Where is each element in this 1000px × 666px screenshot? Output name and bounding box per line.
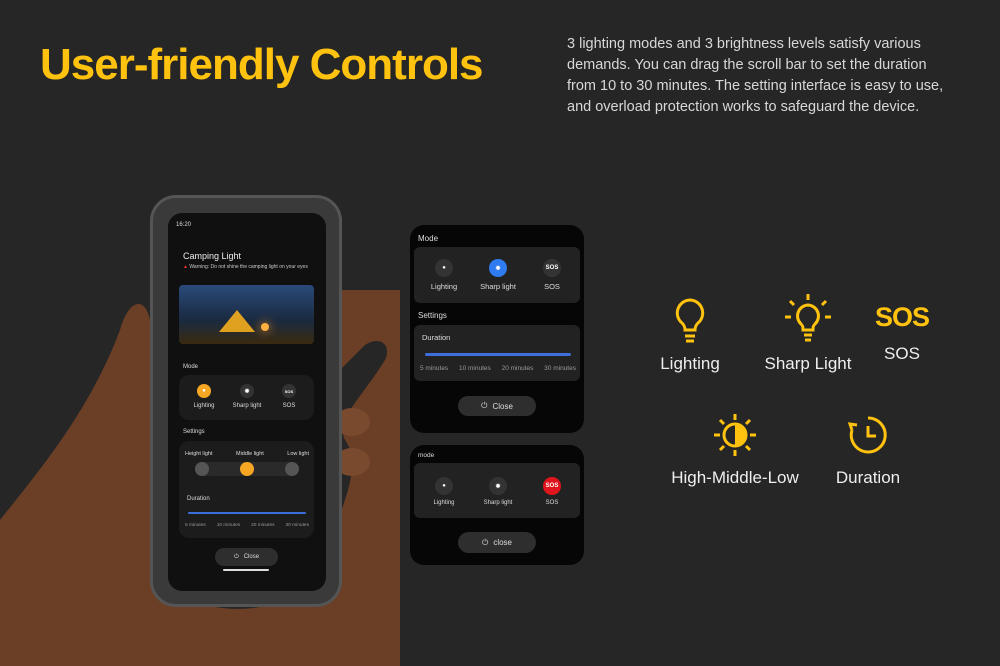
feature-sharp-light: Sharp Light: [758, 293, 858, 374]
warning-label: Warning: Do not shine the camping light …: [189, 264, 308, 270]
feature-brightness: High-Middle-Low: [660, 412, 810, 488]
duration-slider[interactable]: [425, 353, 571, 356]
mode-card: ● Lighting ✹ Sharp light SOS SOS: [414, 463, 580, 518]
mode-sharp[interactable]: ✹ Sharp light: [468, 259, 528, 291]
brightness-high[interactable]: Height light: [185, 451, 213, 457]
tick: 10 minutes: [216, 523, 241, 528]
mode-label: Sharp light: [483, 500, 513, 506]
lantern-image: [261, 323, 269, 331]
feature-duration: Duration: [828, 414, 908, 488]
settings-heading: Settings: [183, 429, 205, 435]
brightness-middle[interactable]: Middle light: [236, 451, 264, 457]
sos-icon: SOS: [543, 477, 561, 495]
sos-icon: SOS: [543, 259, 561, 277]
home-indicator[interactable]: [223, 569, 269, 571]
warning-text: ▲ Warning: Do not shine the camping ligh…: [183, 264, 318, 270]
timer-icon: [848, 416, 887, 454]
brightness-slider[interactable]: [195, 462, 299, 476]
brightness-low[interactable]: Low light: [287, 451, 309, 457]
mode-card: ● Lighting ✹ Sharp light SOS SOS: [414, 247, 580, 303]
brightness-icon: [714, 414, 756, 456]
sharp-bulb-icon: [785, 294, 831, 342]
sos-icon: SOS: [874, 302, 930, 332]
app-title: Camping Light: [183, 251, 242, 261]
settings-card: Height light Middle light Low light Dura…: [179, 441, 314, 538]
power-icon: ⏻: [481, 537, 489, 547]
middle-light-icon: [240, 462, 254, 476]
settings-heading: Settings: [418, 311, 447, 320]
bulb-icon: ●: [197, 384, 211, 398]
close-label: Close: [492, 401, 513, 411]
sharp-bulb-icon: ✹: [489, 477, 507, 495]
close-button[interactable]: ⏻ Close: [458, 396, 536, 416]
feature-label: Duration: [835, 468, 901, 487]
warning-icon: ▲: [183, 264, 188, 270]
sharp-bulb-icon: ✹: [489, 259, 507, 277]
mode-sos[interactable]: SOS SOS: [522, 477, 582, 506]
mode-heading: mode: [418, 452, 435, 459]
camping-photo: [179, 285, 314, 344]
mode-label: SOS: [544, 282, 560, 291]
mode-lighting[interactable]: ● Lighting: [414, 477, 474, 506]
close-button[interactable]: ⏻ Close: [215, 548, 278, 566]
duration-label: Duration: [187, 496, 210, 502]
mode-label: Lighting: [193, 403, 215, 409]
tick: 30 minutes: [285, 523, 309, 528]
mode-heading: Mode: [183, 364, 199, 370]
phone-screen: 16:20 Camping Light ▲ Warning: Do not sh…: [168, 213, 326, 591]
bulb-icon: [675, 298, 705, 343]
sharp-bulb-icon: ✹: [240, 384, 254, 398]
settings-card: Duration 5 minutes 10 minutes 20 minutes 30…: [414, 325, 580, 381]
tick: 30 minutes: [544, 365, 576, 372]
high-light-icon: [195, 462, 209, 476]
feature-label: Sharp Light: [764, 354, 852, 373]
bulb-icon: ●: [435, 259, 453, 277]
mode-sos[interactable]: SOS SOS: [522, 259, 582, 291]
tick: 20 minutes: [251, 523, 275, 528]
mode-panel-sharp: Mode ● Lighting ✹ Sharp light SOS SOS Setti…: [410, 225, 584, 433]
mode-label: Sharp light: [232, 403, 262, 409]
mode-label: Lighting: [430, 282, 458, 291]
bulb-icon: ●: [435, 477, 453, 495]
power-icon: ⏻: [481, 401, 488, 410]
duration-label: Duration: [422, 333, 451, 342]
description: 3 lighting modes and 3 brightness levels…: [567, 36, 944, 115]
headline: User-friendly Controls: [40, 40, 484, 89]
low-light-icon: [285, 462, 299, 476]
feature-label: SOS: [884, 344, 920, 363]
mode-label: Sharp light: [480, 282, 516, 291]
mode-label: SOS: [545, 500, 559, 506]
close-label: close: [493, 538, 512, 547]
duration-slider[interactable]: [188, 512, 306, 514]
tick: 10 minutes: [458, 365, 491, 372]
mode-label: Lighting: [433, 500, 455, 506]
mode-heading: Mode: [418, 234, 439, 243]
power-icon: ⏻: [233, 553, 239, 560]
sos-icon: SOS: [282, 384, 296, 398]
close-label: Close: [243, 554, 260, 560]
mode-sos[interactable]: SOS SOS: [259, 384, 319, 409]
mode-sharp[interactable]: ✹ Sharp light: [468, 477, 528, 506]
tick: 5 minutes: [420, 365, 449, 372]
mode-panel-sos: mode ● Lighting ✹ Sharp light SOS SOS ⏻ clos…: [410, 445, 584, 565]
mode-lighting[interactable]: ● Lighting: [414, 259, 474, 291]
feature-lighting: Lighting: [650, 296, 730, 374]
feature-label: High-Middle-Low: [671, 468, 799, 487]
tick: 5 minutes: [185, 523, 206, 528]
status-time: 16:20: [176, 222, 192, 228]
mode-label: SOS: [282, 403, 296, 409]
tick: 20 minutes: [501, 365, 534, 372]
feature-sos: SOS SOS: [870, 302, 934, 364]
mode-card: ● Lighting ✹ Sharp light SOS SOS: [179, 375, 314, 420]
close-button[interactable]: ⏻ close: [458, 532, 536, 553]
feature-label: Lighting: [660, 354, 720, 373]
tent-image: [219, 310, 255, 332]
